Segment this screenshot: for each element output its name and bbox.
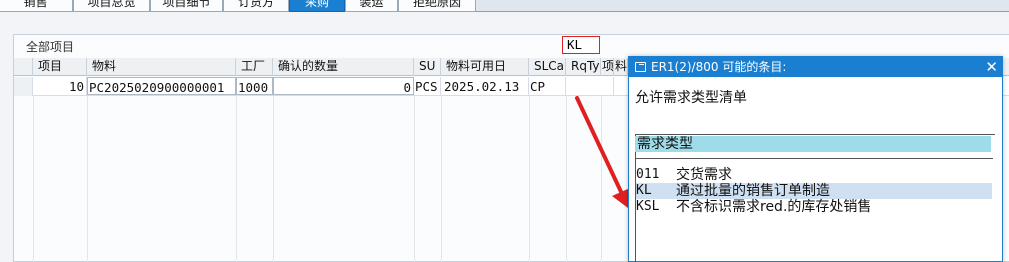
possible-entries-dialog: ER1(2)/800 可能的条目: ✕ 允许需求类型清单 需求类型 011 交货… xyxy=(628,56,1003,262)
grid-line xyxy=(273,96,274,262)
col-plant[interactable]: 工厂 xyxy=(236,58,273,76)
dialog-window-icon xyxy=(635,62,646,72)
col-avail-date[interactable]: 物料可用日 xyxy=(441,58,529,76)
cell-rqty-highlighted[interactable]: KL xyxy=(562,36,600,54)
cell-item-category xyxy=(601,77,614,96)
cell-slca: CP xyxy=(529,77,566,96)
entry-desc: 交货需求 xyxy=(676,167,732,183)
tab-shipping[interactable]: 装运 xyxy=(345,0,398,12)
tab-ordering-party[interactable]: 订货方 xyxy=(223,0,289,12)
header-separator xyxy=(635,158,993,159)
col-material-extra[interactable]: 料 xyxy=(614,58,628,76)
cell-item: 10 xyxy=(33,77,87,96)
close-icon[interactable]: ✕ xyxy=(985,57,998,77)
list-item[interactable]: KSL 不含标识需求red.的库存处销售 xyxy=(636,199,992,215)
cell-avail-date: 2025.02.13 xyxy=(441,77,529,96)
entry-code: KSL xyxy=(636,199,660,214)
tab-strip-edge xyxy=(476,11,1009,17)
panel-title: 全部项目 xyxy=(26,40,75,54)
entry-code: KL xyxy=(636,183,652,198)
col-rqty[interactable]: RqTy xyxy=(566,58,601,76)
row-selector-header[interactable] xyxy=(14,58,33,76)
entry-desc: 不含标识需求red.的库存处销售 xyxy=(676,199,872,215)
cell-su: PCS xyxy=(414,77,441,96)
tab-item-detail[interactable]: 项目细节 xyxy=(150,0,223,12)
requirement-type-header[interactable]: 需求类型 xyxy=(635,136,991,152)
col-material[interactable]: 物料 xyxy=(87,58,236,76)
grid-line xyxy=(601,96,602,262)
tab-procurement[interactable]: 采购 xyxy=(289,0,345,12)
entry-desc: 通过批量的销售订单制造 xyxy=(676,183,830,199)
col-item[interactable]: 项目 xyxy=(33,58,87,76)
grid-line xyxy=(414,96,415,262)
dialog-title: ER1(2)/800 可能的条目: xyxy=(651,60,787,74)
grid-line xyxy=(529,96,530,262)
tab-item-overview[interactable]: 项目总览 xyxy=(73,0,150,12)
dialog-titlebar[interactable]: ER1(2)/800 可能的条目: ✕ xyxy=(629,57,1002,77)
col-su[interactable]: SU xyxy=(414,58,441,76)
grid-line xyxy=(87,96,88,262)
row-selector[interactable] xyxy=(14,77,33,96)
cell-plant[interactable]: 1000 xyxy=(236,77,273,95)
grid-line xyxy=(33,96,34,262)
col-confirmed-qty[interactable]: 确认的数量 xyxy=(273,58,414,76)
entry-code: 011 xyxy=(636,167,660,182)
col-item-category[interactable]: 项 xyxy=(601,58,614,76)
col-slca[interactable]: SLCa xyxy=(529,58,566,76)
cell-confirmed-qty[interactable]: 0 xyxy=(273,77,414,95)
tab-reason-for-rejection[interactable]: 拒绝原因 xyxy=(398,0,476,12)
grid-line xyxy=(441,96,442,262)
cell-material[interactable]: PC2025020900000001 xyxy=(87,77,236,95)
grid-line xyxy=(566,96,567,262)
list-item-selected[interactable]: KL 通过批量的销售订单制造 xyxy=(636,183,992,199)
tab-sales[interactable]: 销售 xyxy=(0,0,73,12)
list-item[interactable]: 011 交货需求 xyxy=(636,167,992,183)
dialog-heading: 允许需求类型清单 xyxy=(635,90,747,106)
grid-line xyxy=(236,96,237,262)
